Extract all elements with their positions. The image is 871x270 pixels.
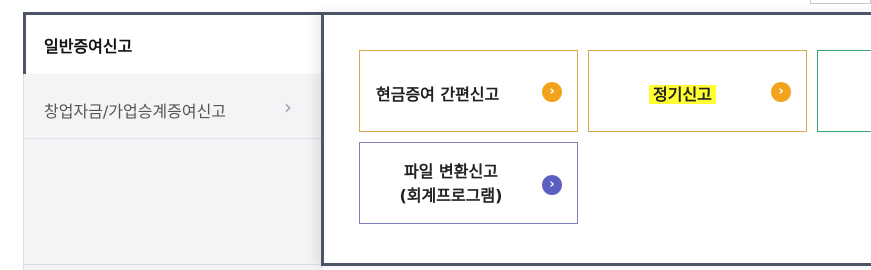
- button-label-line1: 파일 변환신고: [404, 162, 498, 181]
- tab-general-gift-report-label: 일반증여신고: [44, 37, 133, 56]
- button-label: 현금증여 간편신고: [376, 85, 500, 104]
- chevron-right-circle-icon: ›: [542, 175, 562, 195]
- top-bar: [0, 0, 871, 12]
- tab-general-gift-report[interactable]: 일반증여신고: [23, 12, 323, 74]
- tab-startup-fund-gift-report-label: 창업자금/가업승계증여신고: [44, 102, 227, 121]
- regular-report-button[interactable]: 정기신고 ›: [588, 50, 807, 132]
- divider: [24, 264, 323, 265]
- button-label: 파일 변환신고 (회계프로그램): [376, 160, 526, 208]
- tab-startup-fund-gift-report[interactable]: 창업자금/가업승계증여신고 ›: [24, 76, 323, 139]
- button-label-line2: (회계프로그램): [399, 186, 503, 205]
- chevron-right-circle-icon: ›: [542, 82, 562, 102]
- file-conversion-report-button[interactable]: 파일 변환신고 (회계프로그램) ›: [359, 142, 578, 224]
- cash-gift-simple-report-button[interactable]: 현금증여 간편신고 ›: [359, 50, 578, 132]
- chevron-right-circle-icon: ›: [771, 82, 791, 102]
- top-tab-edge: [810, 0, 871, 4]
- button-label: 정기신고: [649, 85, 716, 104]
- chevron-right-icon: ›: [284, 95, 292, 119]
- cut-off-report-button[interactable]: [817, 50, 871, 132]
